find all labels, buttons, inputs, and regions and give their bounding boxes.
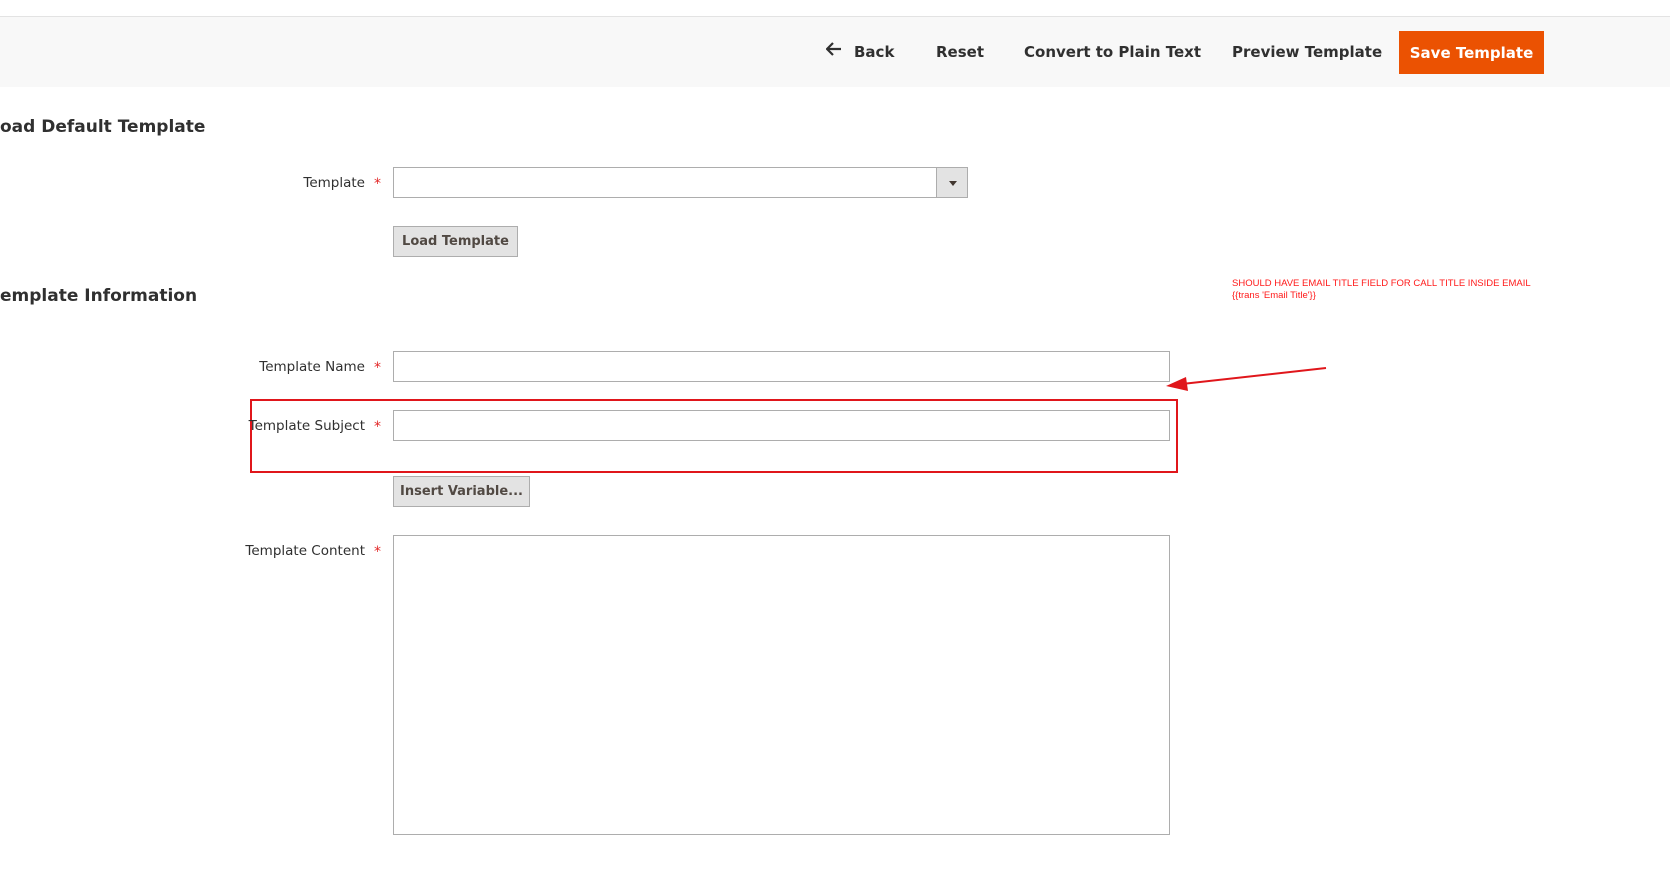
required-marker: *: [374, 419, 381, 435]
template-subject-label: Template Subject: [248, 418, 365, 434]
template-select[interactable]: [393, 167, 968, 198]
annotation-arrow: [1166, 367, 1327, 391]
load-template-button[interactable]: Load Template: [393, 226, 518, 257]
template-name-input[interactable]: [393, 351, 1170, 382]
back-button[interactable]: Back: [825, 16, 895, 87]
template-information-section-title: emplate Information: [0, 286, 198, 306]
annotation-note: SHOULD HAVE EMAIL TITLE FIELD FOR CALL T…: [1232, 278, 1552, 302]
template-content-textarea[interactable]: [393, 535, 1170, 835]
template-content-label: Template Content: [245, 543, 365, 559]
required-marker: *: [374, 360, 381, 376]
insert-variable-button[interactable]: Insert Variable...: [393, 476, 530, 507]
template-subject-input[interactable]: [393, 410, 1170, 441]
chevron-down-icon[interactable]: [936, 168, 967, 197]
back-label: Back: [854, 43, 895, 61]
required-marker: *: [374, 176, 381, 192]
annotation-line-1: SHOULD HAVE EMAIL TITLE FIELD FOR CALL T…: [1232, 278, 1531, 289]
annotation-line-2: {{trans 'Email Title'}}: [1232, 290, 1316, 301]
left-arrow-icon: [825, 16, 844, 86]
template-name-label: Template Name: [259, 359, 365, 375]
reset-button[interactable]: Reset: [936, 17, 984, 87]
required-marker: *: [374, 544, 381, 560]
convert-plain-text-button[interactable]: Convert to Plain Text: [1024, 17, 1201, 87]
preview-template-button[interactable]: Preview Template: [1232, 17, 1382, 87]
load-default-section-title: oad Default Template: [0, 117, 206, 137]
save-template-button[interactable]: Save Template: [1399, 31, 1544, 74]
template-label: Template: [303, 175, 365, 191]
